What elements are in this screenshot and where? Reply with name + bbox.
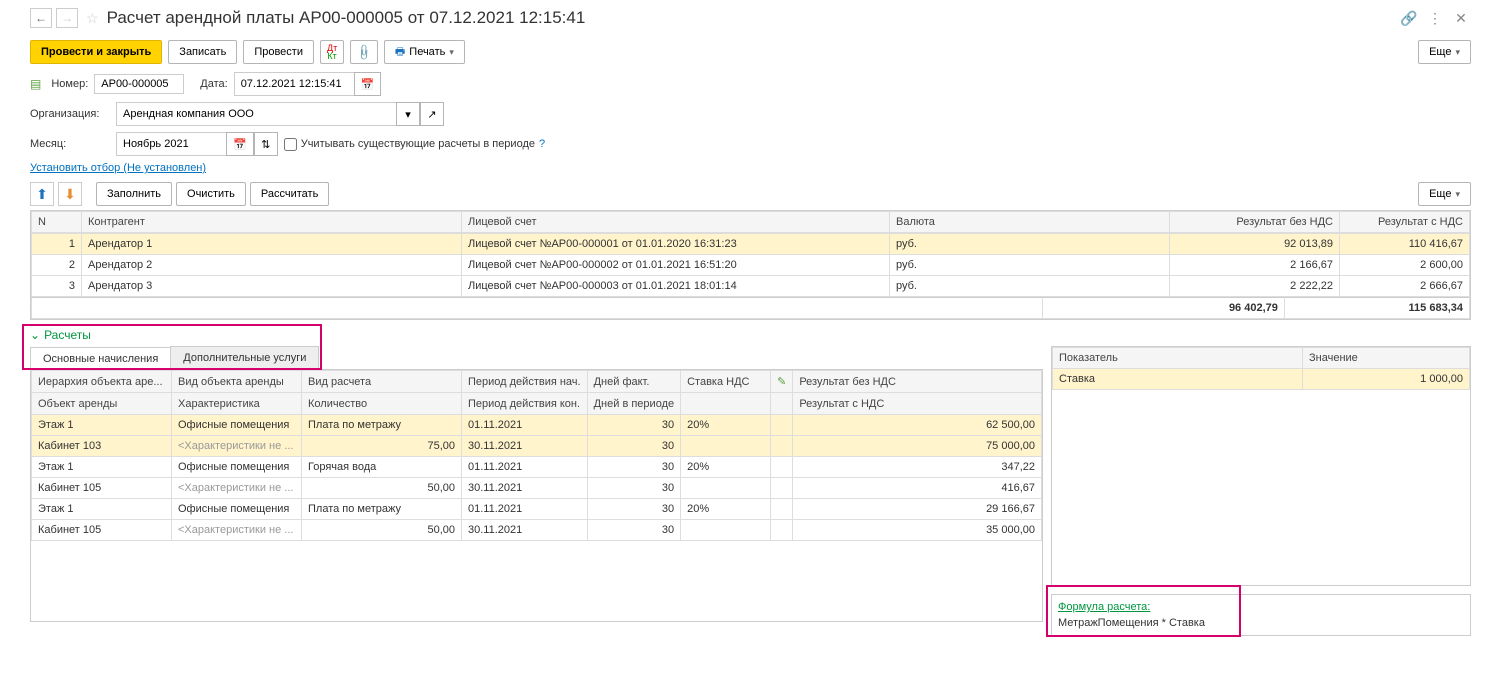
main-table[interactable]: N Контрагент Лицевой счет Валюта Результ… — [31, 211, 1470, 233]
consider-existing-label: Учитывать существующие расчеты в периоде — [301, 138, 535, 150]
nav-back-button[interactable]: ← — [30, 8, 52, 28]
indicators-table[interactable]: Показатель Значение Ставка1 000,00 — [1052, 347, 1470, 390]
date-label: Дата: — [200, 78, 227, 90]
month-spinner-button[interactable]: ⇅ — [254, 132, 278, 156]
org-input[interactable] — [116, 102, 396, 126]
conduct-close-button[interactable]: Провести и закрыть — [30, 40, 162, 64]
calculate-button[interactable]: Рассчитать — [250, 182, 329, 206]
edit-icon[interactable]: ✎ — [771, 371, 793, 393]
fill-button[interactable]: Заполнить — [96, 182, 172, 206]
org-dropdown-button[interactable]: ▾ — [396, 102, 420, 126]
favorite-icon[interactable]: ☆ — [86, 10, 99, 27]
detail-table[interactable]: Иерархия объекта аре... Вид объекта арен… — [31, 370, 1042, 541]
col-account[interactable]: Лицевой счет — [462, 212, 890, 233]
consider-existing-checkbox[interactable] — [284, 138, 297, 151]
number-input[interactable] — [94, 74, 184, 94]
month-picker-button[interactable]: 📅 — [226, 132, 254, 156]
close-icon[interactable]: ✕ — [1451, 8, 1471, 28]
document-icon: ▤ — [30, 77, 41, 91]
table-row[interactable]: Этаж 1Офисные помещенияПлата по метражу0… — [32, 415, 1042, 436]
tab-additional-services[interactable]: Дополнительные услуги — [170, 346, 319, 369]
move-up-button[interactable]: ⬆ — [30, 182, 54, 206]
attach-button[interactable]: 📎 — [350, 40, 378, 64]
tab-main-charges[interactable]: Основные начисления — [30, 347, 171, 370]
table-row[interactable]: 3Арендатор 3Лицевой счет №АР00-000003 от… — [32, 276, 1470, 297]
calculations-section-toggle[interactable]: ⌄ Расчеты — [30, 328, 91, 342]
date-input[interactable] — [234, 72, 354, 96]
table-row[interactable]: Кабинет 105<Характеристики не ...50,0030… — [32, 478, 1042, 499]
print-button[interactable]: 🖶Печать▾ — [384, 40, 465, 64]
table-row[interactable]: Этаж 1Офисные помещенияПлата по метражу0… — [32, 499, 1042, 520]
chevron-down-icon: ⌄ — [30, 328, 40, 342]
table-row[interactable]: Кабинет 105<Характеристики не ...50,0030… — [32, 520, 1042, 541]
col-n[interactable]: N — [32, 212, 82, 233]
col-result-vat[interactable]: Результат с НДС — [1340, 212, 1470, 233]
month-input[interactable] — [116, 132, 226, 156]
filter-link[interactable]: Установить отбор (Не установлен) — [30, 162, 206, 174]
org-open-button[interactable]: ↗ — [420, 102, 444, 126]
col-counterparty[interactable]: Контрагент — [82, 212, 462, 233]
record-button[interactable]: Записать — [168, 40, 237, 64]
conduct-button[interactable]: Провести — [243, 40, 314, 64]
org-label: Организация: — [30, 108, 110, 120]
move-down-button[interactable]: ⬇ — [58, 182, 82, 206]
dtkt-button[interactable]: ДтКт — [320, 40, 344, 64]
page-title: Расчет арендной платы АР00-000005 от 07.… — [107, 8, 586, 28]
table-row[interactable]: Ставка1 000,00 — [1053, 369, 1470, 390]
table-more-button[interactable]: Еще▾ — [1418, 182, 1471, 206]
nav-forward-button[interactable]: → — [56, 8, 78, 28]
formula-label[interactable]: Формула расчета: — [1058, 601, 1464, 613]
formula-box: Формула расчета: МетражПомещения * Ставк… — [1051, 594, 1471, 636]
number-label: Номер: — [51, 78, 88, 90]
col-currency[interactable]: Валюта — [890, 212, 1170, 233]
month-label: Месяц: — [30, 138, 110, 150]
table-row[interactable]: 2Арендатор 2Лицевой счет №АР00-000002 от… — [32, 255, 1470, 276]
totals-row: 96 402,79 115 683,34 — [32, 298, 1470, 319]
col-result-no-vat[interactable]: Результат без НДС — [1170, 212, 1340, 233]
toolbar-more-button[interactable]: Еще▾ — [1418, 40, 1471, 64]
help-icon[interactable]: ? — [539, 138, 545, 150]
date-picker-button[interactable]: 📅 — [354, 72, 382, 96]
link-icon[interactable]: 🔗 — [1399, 8, 1419, 28]
table-row[interactable]: Кабинет 103<Характеристики не ...75,0030… — [32, 436, 1042, 457]
table-row[interactable]: 1Арендатор 1Лицевой счет №АР00-000001 от… — [32, 234, 1470, 255]
clear-button[interactable]: Очистить — [176, 182, 246, 206]
formula-text: МетражПомещения * Ставка — [1058, 617, 1464, 629]
table-row[interactable]: Этаж 1Офисные помещенияГорячая вода01.11… — [32, 457, 1042, 478]
more-menu-icon[interactable]: ⋮ — [1425, 8, 1445, 28]
